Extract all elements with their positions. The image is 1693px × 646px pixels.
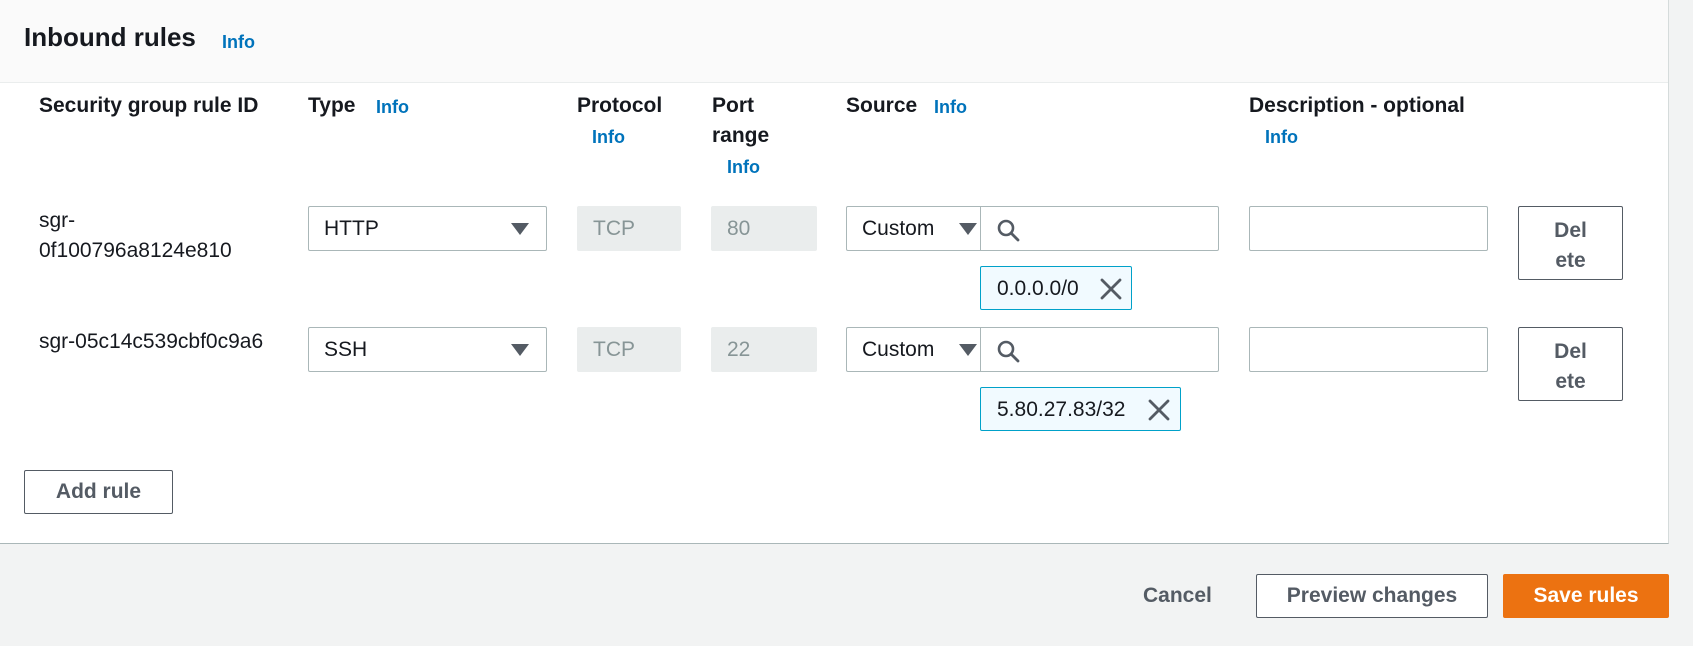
col-header-source: Source — [846, 94, 918, 117]
source-type-select[interactable]: Custom — [846, 206, 981, 251]
source-search-input[interactable] — [980, 206, 1219, 251]
caret-down-icon — [511, 344, 529, 356]
port-range-value: 22 — [727, 338, 751, 361]
col-header-description: Description - optional — [1249, 94, 1465, 117]
col-header-protocol: Protocol — [577, 94, 663, 117]
caret-down-icon — [959, 344, 977, 356]
protocol-info-link[interactable]: Info — [592, 127, 625, 148]
title-info-link[interactable]: Info — [222, 32, 255, 53]
type-select[interactable]: HTTP — [308, 206, 547, 251]
delete-rule-button[interactable]: Del ete — [1518, 206, 1623, 280]
close-icon[interactable] — [1147, 398, 1171, 422]
type-select-value: SSH — [324, 338, 368, 361]
source-type-value: Custom — [862, 338, 935, 361]
panel-header: Inbound rules Info — [0, 0, 1668, 83]
description-input[interactable] — [1249, 327, 1488, 372]
protocol-field: TCP — [577, 206, 681, 251]
source-type-select[interactable]: Custom — [846, 327, 981, 372]
source-info-link[interactable]: Info — [934, 97, 967, 118]
caret-down-icon — [511, 223, 529, 235]
protocol-field: TCP — [577, 327, 681, 372]
description-input[interactable] — [1249, 206, 1488, 251]
port-info-link[interactable]: Info — [727, 157, 760, 178]
cidr-token-value: 0.0.0.0/0 — [997, 277, 1079, 300]
search-icon — [997, 219, 1020, 242]
save-rules-button[interactable]: Save rules — [1503, 574, 1669, 618]
delete-rule-button[interactable]: Del ete — [1518, 327, 1623, 401]
rule-id-line2: 0f100796a8124e810 — [39, 239, 232, 262]
port-range-field: 80 — [711, 206, 817, 251]
rule-id-line1: sgr- — [39, 209, 76, 232]
protocol-value: TCP — [593, 338, 635, 361]
preview-changes-button[interactable]: Preview changes — [1256, 574, 1488, 618]
delete-label-line2: ete — [1555, 249, 1586, 272]
port-range-field: 22 — [711, 327, 817, 372]
port-range-value: 80 — [727, 217, 751, 240]
delete-label-line1: Del — [1554, 219, 1587, 242]
description-info-link[interactable]: Info — [1265, 127, 1298, 148]
cancel-button[interactable]: Cancel — [1143, 584, 1212, 608]
type-select[interactable]: SSH — [308, 327, 547, 372]
col-header-port-line2: range — [712, 124, 770, 147]
col-header-rule-id: Security group rule ID — [39, 94, 259, 117]
protocol-value: TCP — [593, 217, 635, 240]
cidr-token: 5.80.27.83/32 — [980, 387, 1181, 431]
inbound-rules-panel: Inbound rules Info Security group rule I… — [0, 0, 1669, 544]
close-icon[interactable] — [1099, 277, 1123, 301]
type-info-link[interactable]: Info — [376, 97, 409, 118]
caret-down-icon — [959, 223, 977, 235]
source-search-input[interactable] — [980, 327, 1219, 372]
col-header-port-line1: Port — [712, 94, 754, 117]
add-rule-button[interactable]: Add rule — [24, 470, 173, 514]
rule-id-line1: sgr-05c14c539cbf0c9a6 — [39, 330, 264, 353]
source-type-value: Custom — [862, 217, 935, 240]
type-select-value: HTTP — [324, 217, 379, 240]
delete-label-line2: ete — [1555, 370, 1586, 393]
panel-title: Inbound rules — [24, 22, 196, 52]
col-header-type: Type — [308, 94, 356, 117]
delete-label-line1: Del — [1554, 340, 1587, 363]
cidr-token: 0.0.0.0/0 — [980, 266, 1132, 310]
search-icon — [997, 340, 1020, 363]
cidr-token-value: 5.80.27.83/32 — [997, 398, 1126, 421]
